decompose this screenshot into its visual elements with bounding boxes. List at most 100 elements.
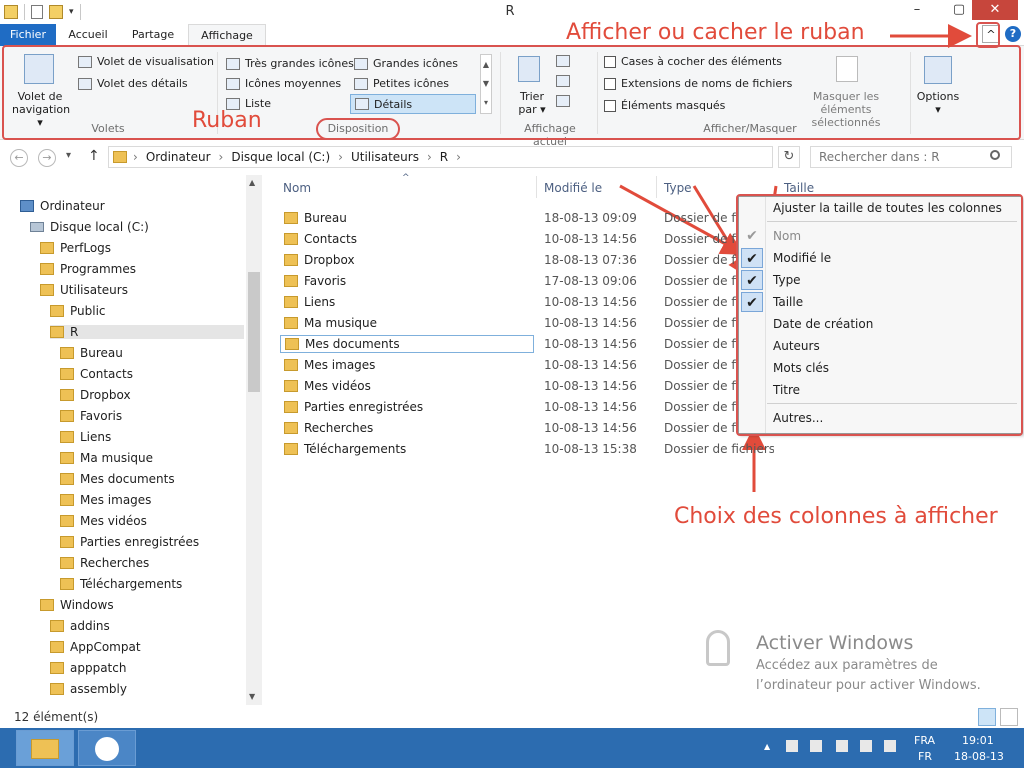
nav-tree-item[interactable]: addins [50, 619, 110, 633]
tray-overflow-arrow[interactable]: ▲ [764, 742, 770, 751]
nav-tree-item[interactable]: Ma musique [60, 451, 153, 465]
folder-icon [284, 211, 298, 224]
nav-tree-item[interactable]: Bureau [60, 346, 123, 360]
nav-tree-item[interactable]: Disque local (C:) [30, 220, 149, 234]
nav-scrollbar-thumb[interactable] [248, 272, 260, 392]
file-row[interactable]: Favoris 17-08-13 09:06 Dossier de fichiers [280, 270, 740, 291]
address-box[interactable]: › Ordinateur › Disque local (C:) › Utili… [108, 146, 773, 168]
folder-icon [285, 337, 299, 350]
recent-locations-dropdown[interactable]: ▾ [66, 150, 71, 161]
file-row[interactable]: Mes vidéos 10-08-13 14:56 Dossier de fichi… [280, 375, 740, 396]
app-icon [95, 737, 119, 761]
nav-tree-item[interactable]: Ordinateur [20, 199, 105, 213]
breadcrumb-r[interactable]: R [440, 150, 448, 164]
folder-icon [40, 263, 54, 275]
file-row[interactable]: Mes documents 10-08-13 14:56 Dossier de fi… [280, 333, 740, 354]
column-header-type[interactable]: Type [664, 181, 692, 195]
action-center-icon[interactable] [786, 740, 798, 752]
file-name-cell: Dropbox [284, 253, 355, 267]
file-name-cell: Ma musique [284, 316, 377, 330]
up-button[interactable]: ↑ [88, 148, 100, 164]
file-modified: 10-08-13 14:56 [544, 315, 637, 330]
nav-tree-item[interactable]: Dropbox [60, 388, 131, 402]
forward-button[interactable]: → [38, 149, 56, 167]
folder-icon [40, 284, 54, 296]
nav-tree-label: Ma musique [80, 451, 154, 465]
nav-tree-item[interactable]: Mes images [60, 493, 151, 507]
file-row[interactable]: Téléchargements 10-08-13 15:38 Dossier de … [280, 438, 774, 459]
folder-icon [50, 305, 64, 317]
file-row[interactable]: Contacts 10-08-13 14:56 Dossier de fichier… [280, 228, 740, 249]
file-row[interactable]: Dropbox 18-08-13 07:36 Dossier de fichiers [280, 249, 740, 270]
breadcrumb-disque[interactable]: Disque local (C:) [231, 150, 330, 164]
nav-tree-label: Mes vidéos [80, 514, 147, 528]
folder-icon [31, 739, 59, 759]
breadcrumb-separator: › [456, 150, 461, 164]
file-row[interactable]: Recherches 10-08-13 14:56 Dossier de fichi… [280, 417, 740, 438]
file-name-cell: Mes documents [280, 334, 534, 353]
nav-tree-label: PerfLogs [60, 241, 112, 255]
nav-tree-item[interactable]: Public [50, 304, 106, 318]
keyboard-indicator[interactable]: FR [918, 750, 932, 763]
nav-tree-item[interactable]: Liens [60, 430, 111, 444]
large-icons-view-icon[interactable] [1000, 708, 1018, 726]
file-type: Dossier de fichiers [664, 231, 738, 246]
breadcrumb-utilisateurs[interactable]: Utilisateurs [351, 150, 419, 164]
file-explorer-taskbar-button[interactable] [16, 730, 74, 766]
file-name: Dropbox [304, 252, 355, 267]
file-row[interactable]: Parties enregistrées 10-08-13 14:56 Dossie… [280, 396, 740, 417]
clock-date[interactable]: 18-08-13 [954, 750, 1004, 763]
breadcrumb-ordinateur[interactable]: Ordinateur [146, 150, 211, 164]
column-header-name[interactable]: Nom [283, 181, 311, 195]
nav-tree-item[interactable]: Favoris [60, 409, 122, 423]
nav-tree-item[interactable]: Programmes [40, 262, 136, 276]
column-divider[interactable] [536, 176, 537, 198]
volume-icon[interactable] [884, 740, 896, 752]
nav-tree-item[interactable]: Utilisateurs [40, 283, 128, 297]
nav-tree-item[interactable]: apppatch [50, 661, 126, 675]
column-header-size[interactable]: Taille [784, 181, 814, 195]
back-button[interactable]: ← [10, 149, 28, 167]
nav-tree-item[interactable]: assembly [50, 682, 127, 696]
nav-tree-item[interactable]: Mes vidéos [60, 514, 147, 528]
refresh-button[interactable]: ↻ [778, 146, 800, 168]
search-input[interactable]: Rechercher dans : R [810, 146, 1012, 168]
nav-tree-item[interactable]: Windows [40, 598, 114, 612]
nav-tree-label: Disque local (C:) [50, 220, 149, 234]
file-type: Dossier de fichiers [664, 420, 738, 435]
folder-icon [50, 326, 64, 338]
nav-scrollbar[interactable] [246, 175, 262, 705]
watermark-line2: l’ordinateur pour activer Windows. [756, 678, 981, 693]
folder-icon [284, 232, 298, 245]
nav-tree-item[interactable]: AppCompat [50, 640, 141, 654]
clock-time[interactable]: 19:01 [962, 734, 994, 747]
file-row[interactable]: Mes images 10-08-13 14:56 Dossier de fichi… [280, 354, 740, 375]
nav-tree-item[interactable]: Mes documents [60, 472, 175, 486]
file-type: Dossier de fichiers [664, 378, 738, 393]
folder-icon [50, 683, 64, 695]
battery-icon[interactable] [810, 740, 822, 752]
nav-tree-item[interactable]: R [50, 325, 244, 339]
file-modified: 18-08-13 07:36 [544, 252, 637, 267]
language-indicator[interactable]: FRA [914, 734, 935, 747]
app-taskbar-button[interactable] [78, 730, 136, 766]
dropbox-tray-icon[interactable] [860, 740, 872, 752]
nav-tree-label: AppCompat [70, 640, 141, 654]
folder-icon [60, 368, 74, 380]
column-divider[interactable] [656, 176, 657, 198]
file-row[interactable]: Bureau 18-08-13 09:09 Dossier de fichiers [280, 207, 740, 228]
network-icon[interactable] [836, 740, 848, 752]
nav-tree-item[interactable]: Contacts [60, 367, 133, 381]
nav-tree-item[interactable]: Recherches [60, 556, 149, 570]
nav-tree-item[interactable]: Parties enregistrées [60, 535, 199, 549]
file-row[interactable]: Ma musique 10-08-13 14:56 Dossier de fichi… [280, 312, 740, 333]
scroll-down-arrow[interactable]: ▼ [249, 692, 255, 701]
file-row[interactable]: Liens 10-08-13 14:56 Dossier de fichiers [280, 291, 740, 312]
nav-tree-item[interactable]: Téléchargements [60, 577, 182, 591]
column-header-modified[interactable]: Modifié le [544, 181, 602, 195]
scroll-up-arrow[interactable]: ▲ [249, 178, 255, 187]
nav-tree-item[interactable]: PerfLogs [40, 241, 111, 255]
navigation-pane: Ordinateur Disque local (C:) PerfLogs Progr… [0, 195, 262, 705]
details-view-icon[interactable] [978, 708, 996, 726]
nav-tree-label: Mes images [80, 493, 152, 507]
